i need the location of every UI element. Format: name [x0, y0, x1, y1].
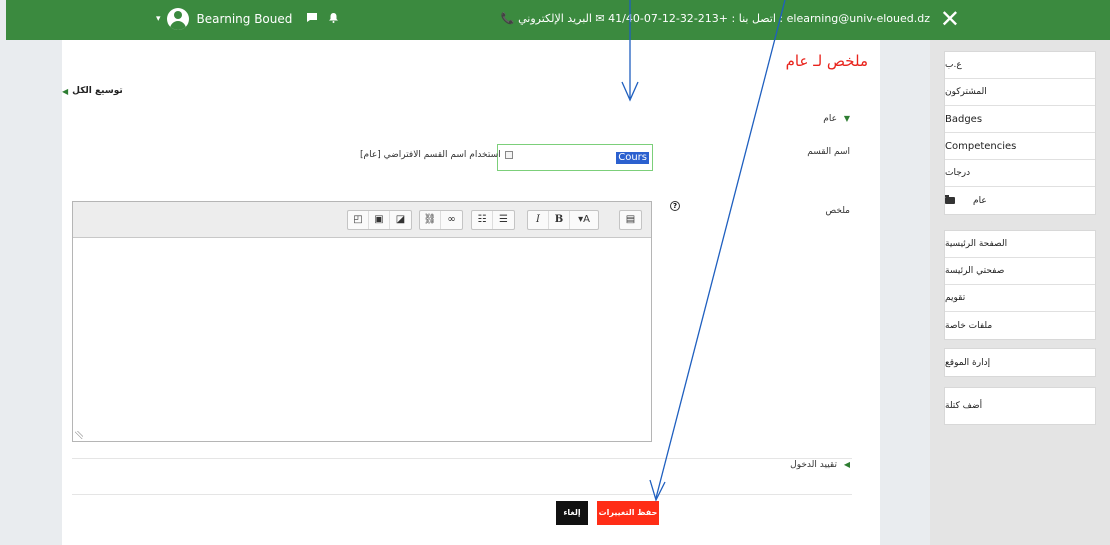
toolbar-group-format: I B ▾A	[527, 210, 599, 230]
site-admin-block: إدارة الموقع	[944, 348, 1096, 377]
chat-icon[interactable]	[306, 12, 318, 26]
user-name[interactable]: Bearning Boued	[197, 12, 293, 26]
expand-all-link[interactable]: ◀ توسيع الكل	[62, 86, 123, 96]
close-icon[interactable]: ✕	[940, 6, 960, 32]
summary-editor: ◰ ▣ ◪ ⛓ ∞ ☷ ☰ I B ▾A ▤	[72, 201, 652, 442]
file-icon[interactable]: ◰	[348, 211, 369, 229]
nav-item-course-shortname[interactable]: ع.ب	[945, 52, 1095, 79]
nav-item-participants[interactable]: المشتركون	[945, 79, 1095, 106]
nav-item-grades[interactable]: درجات	[945, 160, 1095, 187]
nav-item-calendar[interactable]: تقويم	[945, 285, 1095, 312]
restrict-access-label: تقييد الدخول	[790, 460, 837, 470]
divider	[72, 494, 852, 495]
nav-item-private-files[interactable]: ملفات خاصة	[945, 312, 1095, 339]
resize-handle-icon[interactable]	[75, 431, 83, 439]
nav-item-badges[interactable]: Badges	[945, 106, 1095, 133]
main-content: ملخص لـ عام ◀ توسيع الكل ▼ عام اسم القسم…	[62, 40, 880, 545]
contact-info: 📞 اتصل بنا : +213-32-12-07-41/40 ✉ البري…	[500, 12, 930, 25]
user-menu[interactable]: ▾ Bearning Boued	[156, 8, 349, 30]
right-sidebar: ع.ب المشتركون Badges Competencies درجات …	[930, 40, 1110, 545]
toolbar-group-links: ⛓ ∞	[419, 210, 463, 230]
add-block-link[interactable]: أضف كتلة	[944, 387, 1096, 425]
link-icon[interactable]: ∞	[441, 211, 462, 229]
page-title: ملخص لـ عام	[785, 52, 868, 70]
course-nav-block: ع.ب المشتركون Badges Competencies درجات …	[944, 51, 1096, 215]
user-menu-caret[interactable]: ▾	[156, 14, 161, 24]
toolbar-group-media: ◰ ▣ ◪	[347, 210, 412, 230]
nav-item-dashboard[interactable]: صفحتي الرئيسة	[945, 258, 1095, 285]
image-icon[interactable]: ◪	[390, 211, 411, 229]
bell-icon[interactable]	[328, 12, 339, 26]
section-name-value: Cours	[616, 152, 649, 164]
toolbar-group-lists: ☷ ☰	[471, 210, 515, 230]
triangle-icon: ◀	[843, 460, 850, 469]
nav-item-site-admin[interactable]: إدارة الموقع	[945, 349, 1095, 376]
restrict-access-header[interactable]: ◀ تقييد الدخول	[790, 460, 850, 470]
cancel-button[interactable]: إلغاء	[556, 501, 588, 525]
default-name-label: استخدام اسم القسم الافتراضي [عام]	[360, 150, 501, 160]
avatar[interactable]	[166, 8, 189, 30]
app-window: ▾ Bearning Boued 📞 اتصل بنا : +213-32-12…	[0, 0, 1110, 545]
name-label: اسم القسم	[807, 147, 850, 157]
italic-icon[interactable]: I	[528, 211, 549, 229]
unordered-list-icon[interactable]: ☰	[493, 211, 514, 229]
nav-item-general[interactable]: عام	[945, 187, 1095, 214]
media-icon[interactable]: ▣	[369, 211, 390, 229]
text-style-icon[interactable]: ▾A	[570, 211, 598, 229]
divider	[72, 458, 852, 459]
nav-item-competencies[interactable]: Competencies	[945, 133, 1095, 160]
summary-label: ملخص	[825, 206, 850, 216]
toolbar-group-toggle: ▤	[619, 210, 642, 230]
default-name-checkbox-row[interactable]: استخدام اسم القسم الافتراضي [عام]	[360, 150, 513, 160]
expand-all-label: توسيع الكل	[72, 86, 123, 96]
site-nav-block: الصفحة الرئيسية صفحتي الرئيسة تقويم ملفا…	[944, 230, 1096, 340]
save-button[interactable]: حفظ التغييرات	[597, 501, 659, 525]
section-general-header[interactable]: ▼ عام	[823, 114, 850, 124]
triangle-down-icon: ▼	[843, 114, 850, 123]
unlink-icon[interactable]: ⛓	[420, 211, 441, 229]
bold-icon[interactable]: B	[549, 211, 570, 229]
editor-toolbar: ◰ ▣ ◪ ⛓ ∞ ☷ ☰ I B ▾A ▤	[73, 202, 651, 238]
toolbar-toggle-icon[interactable]: ▤	[620, 211, 641, 229]
section-general-label: عام	[823, 114, 837, 124]
section-name-input[interactable]: Cours	[497, 144, 653, 171]
top-navbar: ▾ Bearning Boued 📞 اتصل بنا : +213-32-12…	[6, 0, 1110, 40]
nav-item-site-home[interactable]: الصفحة الرئيسية	[945, 231, 1095, 258]
triangle-icon: ◀	[62, 86, 69, 96]
editor-textarea[interactable]	[73, 238, 651, 441]
ordered-list-icon[interactable]: ☷	[472, 211, 493, 229]
default-name-checkbox[interactable]	[504, 151, 513, 159]
nav-item-general-label: عام	[973, 195, 987, 206]
folder-icon	[945, 195, 955, 204]
help-icon[interactable]: ?	[670, 201, 680, 211]
